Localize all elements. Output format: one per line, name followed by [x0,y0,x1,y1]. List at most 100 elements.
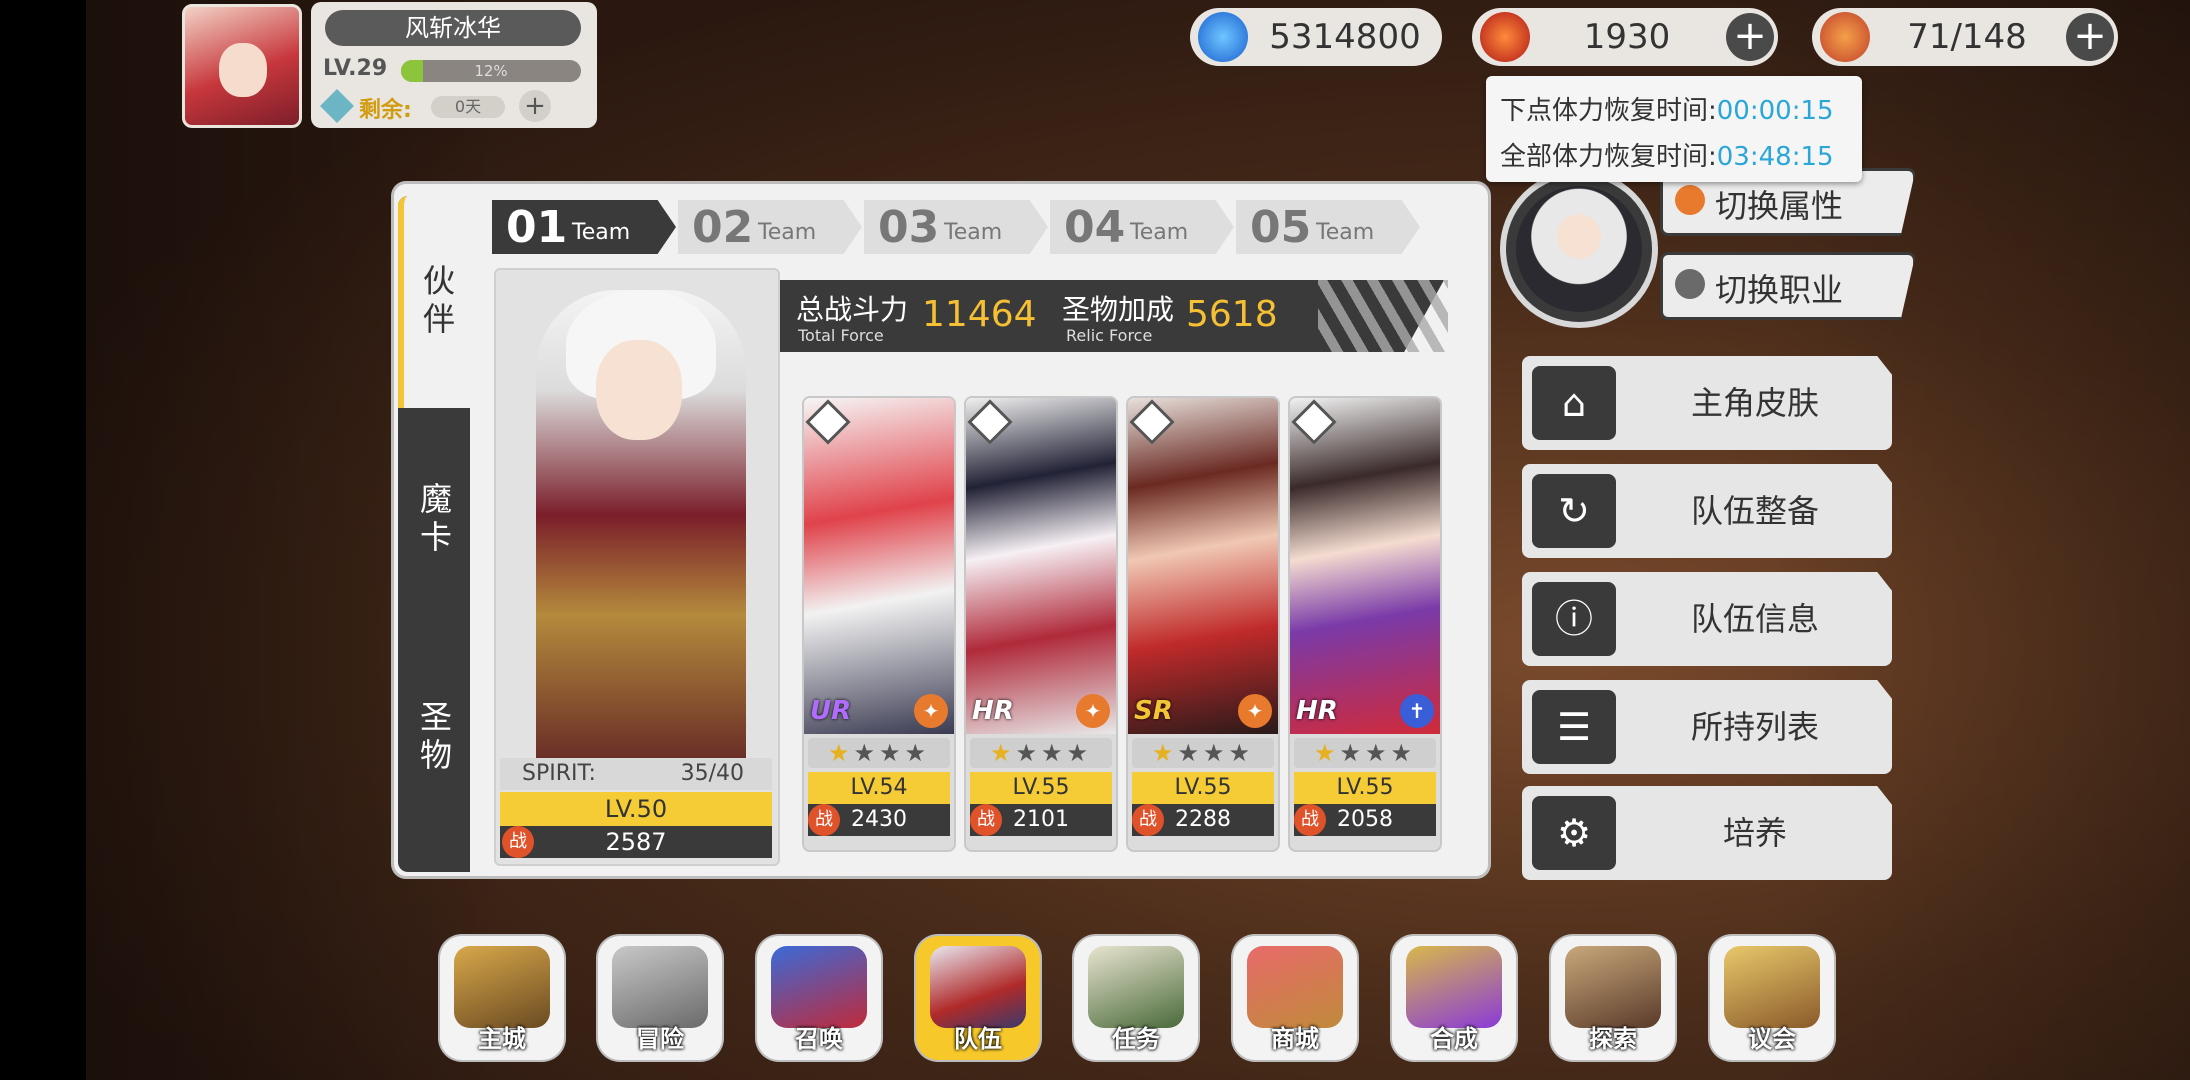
rarity-badge: HR [1296,696,1338,726]
crystal-value: 5314800 [1269,17,1421,57]
attribute-icon: ✦ [1238,694,1272,728]
attribute-icon: ✦ [1076,694,1110,728]
tab-team-05[interactable]: 05 Team [1236,200,1420,254]
nav-label: 任务 [1112,1025,1160,1053]
stamina-counter: 71/148 + [1812,8,2118,66]
switch-attribute-label: 切换属性 [1715,187,1844,225]
hotdog-icon [1820,12,1870,62]
full-recovery-time: 03:48:15 [1716,142,1834,172]
leader-face [596,340,682,440]
relic-force-label: 圣物加成 [1062,293,1175,326]
menu-label: 所持列表 [1690,708,1819,746]
card-summon-icon [771,946,867,1028]
rarity-badge: UR [810,696,852,726]
partner-portrait [1128,398,1278,734]
nav-synthesis[interactable]: 合成 [1392,936,1516,1060]
full-recovery-label: 全部体力恢复时间: [1500,142,1717,172]
nav-label: 议会 [1748,1025,1796,1053]
remaining-add-button[interactable]: + [519,90,551,122]
tab-magic-cards[interactable]: 魔卡 [398,414,470,626]
stamina-add-button[interactable]: + [2066,13,2114,61]
profile-panel: 风斩冰华 LV.29 12% 剩余: 0天 + [311,2,597,128]
hero-portrait [1516,186,1642,312]
ticket-icon [320,89,354,123]
star-rating: ★★★★ [1132,738,1274,768]
leader-level: LV.50 [500,792,772,826]
partner-card-3[interactable]: SR ✦ ★★★★ LV.55 2288 战 [1126,396,1280,852]
triad-icon: ⚙ [1532,796,1616,870]
menu-team-info[interactable]: ⓘ 队伍信息 [1522,572,1892,666]
gem-add-button[interactable]: + [1726,13,1774,61]
partner-portrait [1290,398,1440,734]
switch-class-button[interactable]: 切换职业 [1660,252,1916,320]
menu-label: 队伍整备 [1690,492,1819,530]
relic-force-value: 5618 [1186,294,1278,335]
blue-flame-icon [1198,12,1248,62]
partner-level: LV.55 [1132,772,1274,804]
next-recovery-time: 00:00:15 [1716,96,1834,126]
stamina-value: 71/148 [1907,17,2027,57]
crystal-counter: 5314800 [1190,8,1442,66]
xp-bar: 12% [401,60,581,82]
menu-training[interactable]: ⚙ 培养 [1522,786,1892,880]
hero-portrait-circle[interactable] [1500,170,1682,328]
red-gem-icon [1480,12,1530,62]
spirit-label: SPIRIT: [522,761,596,786]
team-tabs: 01 Team 02 Team 03 Team 04 Team 05 Team [492,200,1432,254]
power-badge-icon: 战 [1294,804,1326,836]
nav-label: 商城 [1271,1025,1319,1053]
tab-relics[interactable]: 圣物 [398,632,470,844]
player-avatar[interactable] [182,4,302,128]
star-rating: ★★★★ [1294,738,1436,768]
total-force-sub: Total Force [798,326,884,345]
partner-level: LV.55 [970,772,1112,804]
attribute-icon: ✝ [1400,694,1434,728]
crossed-swords-icon [612,946,708,1028]
nav-quests[interactable]: 任务 [1074,936,1198,1060]
nav-council[interactable]: 议会 [1710,936,1834,1060]
partner-card-2[interactable]: HR ✦ ★★★★ LV.55 2101 战 [964,396,1118,852]
menu-hero-skin[interactable]: ⌂ 主角皮肤 [1522,356,1892,450]
total-force-label: 总战斗力 [796,293,909,326]
tab-team-04[interactable]: 04 Team [1050,200,1234,254]
tab-team-03[interactable]: 03 Team [864,200,1048,254]
rarity-badge: HR [972,696,1014,726]
nav-explore[interactable]: 探索 [1551,936,1675,1060]
partner-level: LV.55 [1294,772,1436,804]
tab-team-02[interactable]: 02 Team [678,200,862,254]
nav-shop[interactable]: 商城 [1233,936,1357,1060]
stamina-tooltip: 下点体力恢复时间:00:00:15 全部体力恢复时间:03:48:15 [1486,76,1862,182]
shovel-icon [1565,946,1661,1028]
partner-portrait [966,398,1116,734]
player-name: 风斩冰华 [325,10,581,46]
spirit-bar: SPIRIT: 35/40 [500,758,772,790]
nav-summon[interactable]: 召唤 [757,936,881,1060]
potion-icon [1406,946,1502,1028]
nav-adventure[interactable]: 冒险 [598,936,722,1060]
refresh-icon: ↻ [1532,474,1616,548]
switch-class-label: 切换职业 [1715,271,1844,309]
menu-team-setup[interactable]: ↻ 队伍整备 [1522,464,1892,558]
player-level: LV.29 [323,56,388,81]
partner-card-1[interactable]: UR ✦ ★★★★ LV.54 2430 战 [802,396,956,852]
attribute-icon: ✦ [914,694,948,728]
nav-label: 合成 [1430,1025,1478,1053]
power-badge-icon: 战 [808,804,840,836]
nav-label: 主城 [478,1025,526,1053]
nav-label: 探索 [1589,1025,1637,1053]
partner-level: LV.54 [808,772,950,804]
nav-team[interactable]: 队伍 [916,936,1040,1060]
menu-label: 主角皮肤 [1690,384,1819,422]
partner-card-4[interactable]: HR ✝ ★★★★ LV.55 2058 战 [1288,396,1442,852]
rarity-badge: SR [1134,696,1173,726]
crown-icon [454,946,550,1028]
force-bar-stripes [1318,280,1448,352]
tab-team-01[interactable]: 01 Team [492,200,676,254]
nav-main-city[interactable]: 主城 [440,936,564,1060]
spirit-value: 35/40 [680,761,744,786]
nav-label: 队伍 [954,1025,1002,1053]
shop-icon [1247,946,1343,1028]
menu-label: 培养 [1722,814,1787,852]
tab-partners[interactable]: 伙伴 [398,196,470,408]
menu-owned-list[interactable]: ☰ 所持列表 [1522,680,1892,774]
